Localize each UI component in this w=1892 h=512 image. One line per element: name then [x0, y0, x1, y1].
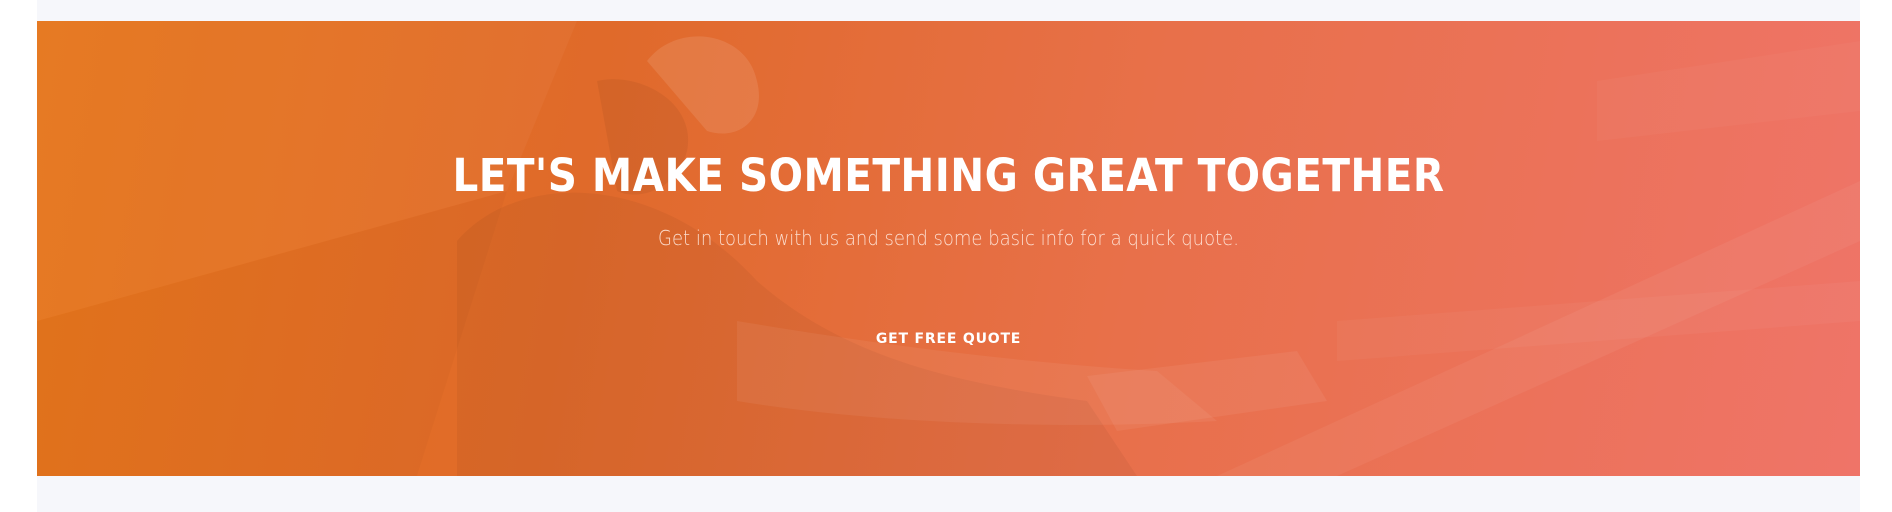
- cta-banner: LET'S MAKE SOMETHING GREAT TOGETHER Get …: [37, 21, 1860, 476]
- cta-title: LET'S MAKE SOMETHING GREAT TOGETHER: [452, 149, 1445, 202]
- get-free-quote-button[interactable]: GET FREE QUOTE: [862, 325, 1035, 353]
- cta-subtitle: Get in touch with us and send some basic…: [658, 226, 1239, 250]
- cta-content: LET'S MAKE SOMETHING GREAT TOGETHER Get …: [37, 21, 1860, 476]
